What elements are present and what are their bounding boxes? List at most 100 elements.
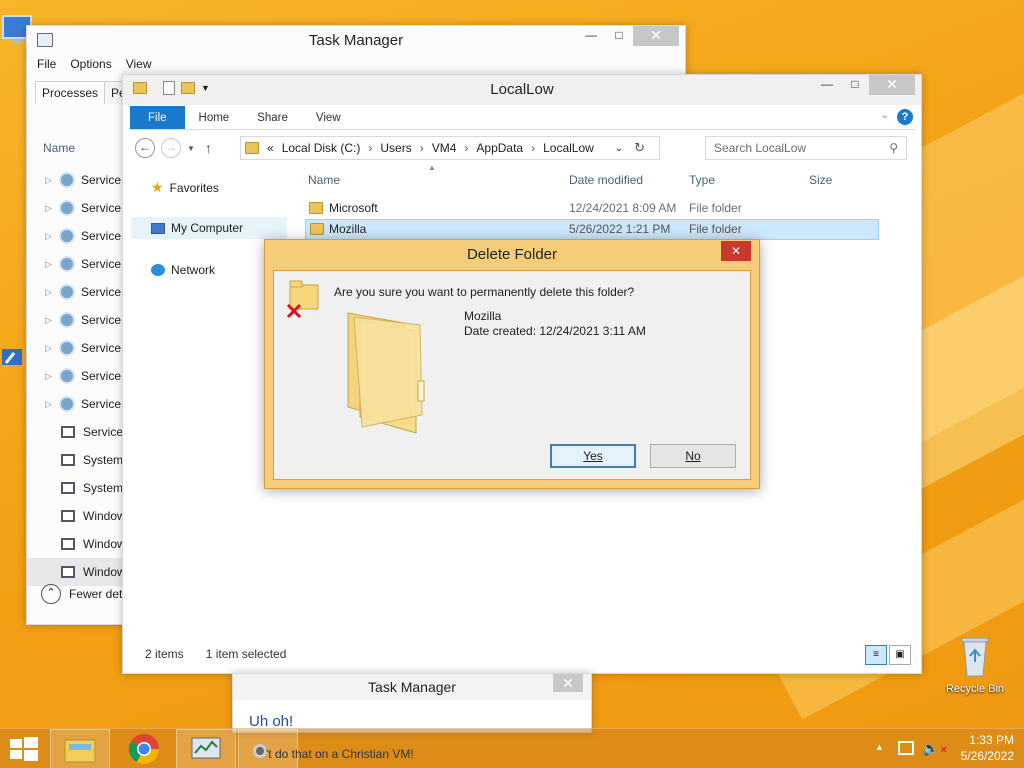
dialog-title[interactable]: Delete Folder — [265, 240, 759, 270]
no-button[interactable]: No — [650, 444, 736, 468]
recent-locations-icon[interactable]: ▼ — [187, 144, 195, 153]
process-row[interactable]: Window — [27, 530, 127, 558]
taskbar-task-manager[interactable] — [176, 729, 236, 768]
expand-arrow-icon[interactable]: ▷ — [45, 231, 59, 242]
help-icon[interactable]: ? — [897, 109, 913, 125]
expand-arrow-icon[interactable]: ▷ — [45, 371, 59, 382]
process-row[interactable]: ▷ Service — [27, 278, 127, 306]
status-bar: 2 items 1 item selected — [145, 647, 286, 661]
breadcrumb-prefix[interactable]: « — [267, 141, 274, 155]
show-hidden-icons-icon[interactable]: ▲ — [875, 742, 884, 752]
minimize-button[interactable]: — — [813, 75, 841, 95]
tab-file[interactable]: File — [130, 106, 185, 129]
taskbar-overlay-text: 't do that on a Christian VM! — [266, 747, 414, 761]
refresh-icon[interactable]: ↻ — [634, 140, 645, 156]
close-button[interactable]: ✕ — [553, 674, 583, 692]
expand-arrow-icon[interactable]: ▷ — [45, 203, 59, 214]
column-header-name[interactable]: Name — [308, 173, 340, 187]
star-icon: ★ — [151, 179, 164, 195]
close-button[interactable]: ✕ — [869, 75, 915, 95]
back-button[interactable]: ← — [135, 138, 155, 158]
new-folder-icon[interactable] — [181, 82, 195, 94]
tab-home[interactable]: Home — [185, 106, 244, 129]
expand-arrow-icon[interactable]: ▷ — [45, 343, 59, 354]
expand-arrow-icon[interactable]: ▷ — [45, 315, 59, 326]
process-row[interactable]: ▷ Service — [27, 166, 127, 194]
menu-file[interactable]: File — [37, 57, 56, 71]
breadcrumb-appdata[interactable]: AppData — [476, 141, 523, 155]
menu-options[interactable]: Options — [70, 57, 111, 71]
file-row[interactable]: Microsoft 12/24/2021 8:09 AM File folder — [305, 198, 879, 219]
process-row[interactable]: System — [27, 474, 127, 502]
process-row[interactable]: ▷ Service — [27, 362, 127, 390]
column-header-type[interactable]: Type — [689, 173, 715, 187]
up-button[interactable]: ↑ — [205, 140, 212, 156]
chrome-icon — [128, 734, 159, 765]
shortcut-icon — [2, 349, 22, 365]
file-row-selected[interactable]: Mozilla 5/26/2022 1:21 PM File folder — [305, 219, 879, 240]
process-row[interactable]: Window — [27, 502, 127, 530]
network-tray-icon[interactable] — [898, 741, 914, 755]
maximize-button[interactable]: □ — [841, 75, 869, 95]
taskbar-chrome[interactable] — [114, 729, 174, 768]
recycle-bin-desktop-icon[interactable]: Recycle Bin — [940, 632, 1010, 695]
search-input[interactable]: Search LocalLow ⚲ — [705, 136, 907, 160]
task-manager-popup: Task Manager ✕ Uh oh! — [232, 673, 592, 733]
chevron-up-icon: ⌃ — [41, 584, 61, 604]
popup-titlebar[interactable]: Task Manager ✕ — [233, 674, 591, 700]
expand-arrow-icon[interactable]: ▷ — [45, 287, 59, 298]
process-row[interactable]: System — [27, 446, 127, 474]
forward-button[interactable]: → — [161, 138, 181, 158]
process-name: Service — [81, 173, 122, 187]
breadcrumb-local-disk[interactable]: Local Disk (C:) — [282, 141, 361, 155]
clock[interactable]: 1:33 PM 5/26/2022 — [961, 732, 1014, 764]
maximize-button[interactable]: □ — [605, 26, 633, 46]
selection-count: 1 item selected — [205, 647, 287, 661]
start-button[interactable] — [0, 729, 48, 768]
expand-ribbon-icon[interactable]: ⌄ — [881, 110, 889, 121]
details-view-icon[interactable]: ≡ — [865, 645, 887, 665]
expand-arrow-icon[interactable]: ▷ — [45, 399, 59, 410]
minimize-button[interactable]: — — [577, 26, 605, 46]
large-icons-view-icon[interactable]: ▣ — [889, 645, 911, 665]
expand-arrow-icon[interactable]: ▷ — [45, 175, 59, 186]
task-manager-titlebar[interactable]: Task Manager — □ ✕ — [27, 26, 685, 56]
process-row[interactable]: ▷ Service — [27, 306, 127, 334]
tab-processes[interactable]: Processes — [35, 81, 106, 104]
breadcrumb-locallow[interactable]: LocalLow — [543, 141, 594, 155]
process-row[interactable]: ▷ Service — [27, 250, 127, 278]
explorer-titlebar[interactable]: LocalLow — □ ✕ — [123, 75, 921, 105]
tab-view[interactable]: View — [302, 106, 355, 129]
column-header-name[interactable]: Name — [43, 141, 75, 155]
process-row[interactable]: ▷ Service — [27, 222, 127, 250]
process-row[interactable]: ▷ Service — [27, 390, 127, 418]
nav-item-network[interactable]: Network — [151, 263, 215, 277]
taskbar-file-explorer[interactable] — [50, 729, 110, 768]
breadcrumb-vm4[interactable]: VM4 — [432, 141, 457, 155]
volume-muted-icon[interactable]: 🔈✕ — [922, 740, 948, 757]
nav-item-my-computer[interactable]: My Computer — [131, 217, 287, 239]
breadcrumb-users[interactable]: Users — [380, 141, 411, 155]
sort-indicator-icon: ▲ — [428, 163, 436, 172]
process-row[interactable]: Window — [27, 558, 127, 586]
service-gear-icon — [59, 312, 75, 328]
close-button[interactable]: ✕ — [721, 241, 751, 261]
tab-share[interactable]: Share — [243, 106, 302, 129]
chevron-down-icon[interactable]: ▼ — [201, 83, 210, 93]
process-row[interactable]: ▷ Service — [27, 334, 127, 362]
process-row[interactable]: Service — [27, 418, 127, 446]
address-bar[interactable]: « Local Disk (C:) › Users › VM4 › AppData › … — [240, 136, 660, 160]
fewer-details-button[interactable]: ⌃ Fewer deta — [41, 584, 129, 604]
process-name: Service — [81, 397, 122, 411]
close-button[interactable]: ✕ — [633, 26, 679, 46]
properties-icon[interactable] — [163, 81, 175, 95]
menu-view[interactable]: View — [126, 57, 152, 71]
expand-arrow-icon[interactable]: ▷ — [45, 259, 59, 270]
column-header-size[interactable]: Size — [809, 173, 832, 187]
nav-item-favorites[interactable]: ★ Favorites — [151, 179, 219, 196]
column-header-date[interactable]: Date modified — [569, 173, 643, 187]
process-row[interactable]: ▷ Service — [27, 194, 127, 222]
address-dropdown-icon[interactable]: ⌄ — [615, 143, 623, 154]
file-type: File folder — [689, 222, 742, 236]
yes-button[interactable]: Yes — [550, 444, 636, 468]
